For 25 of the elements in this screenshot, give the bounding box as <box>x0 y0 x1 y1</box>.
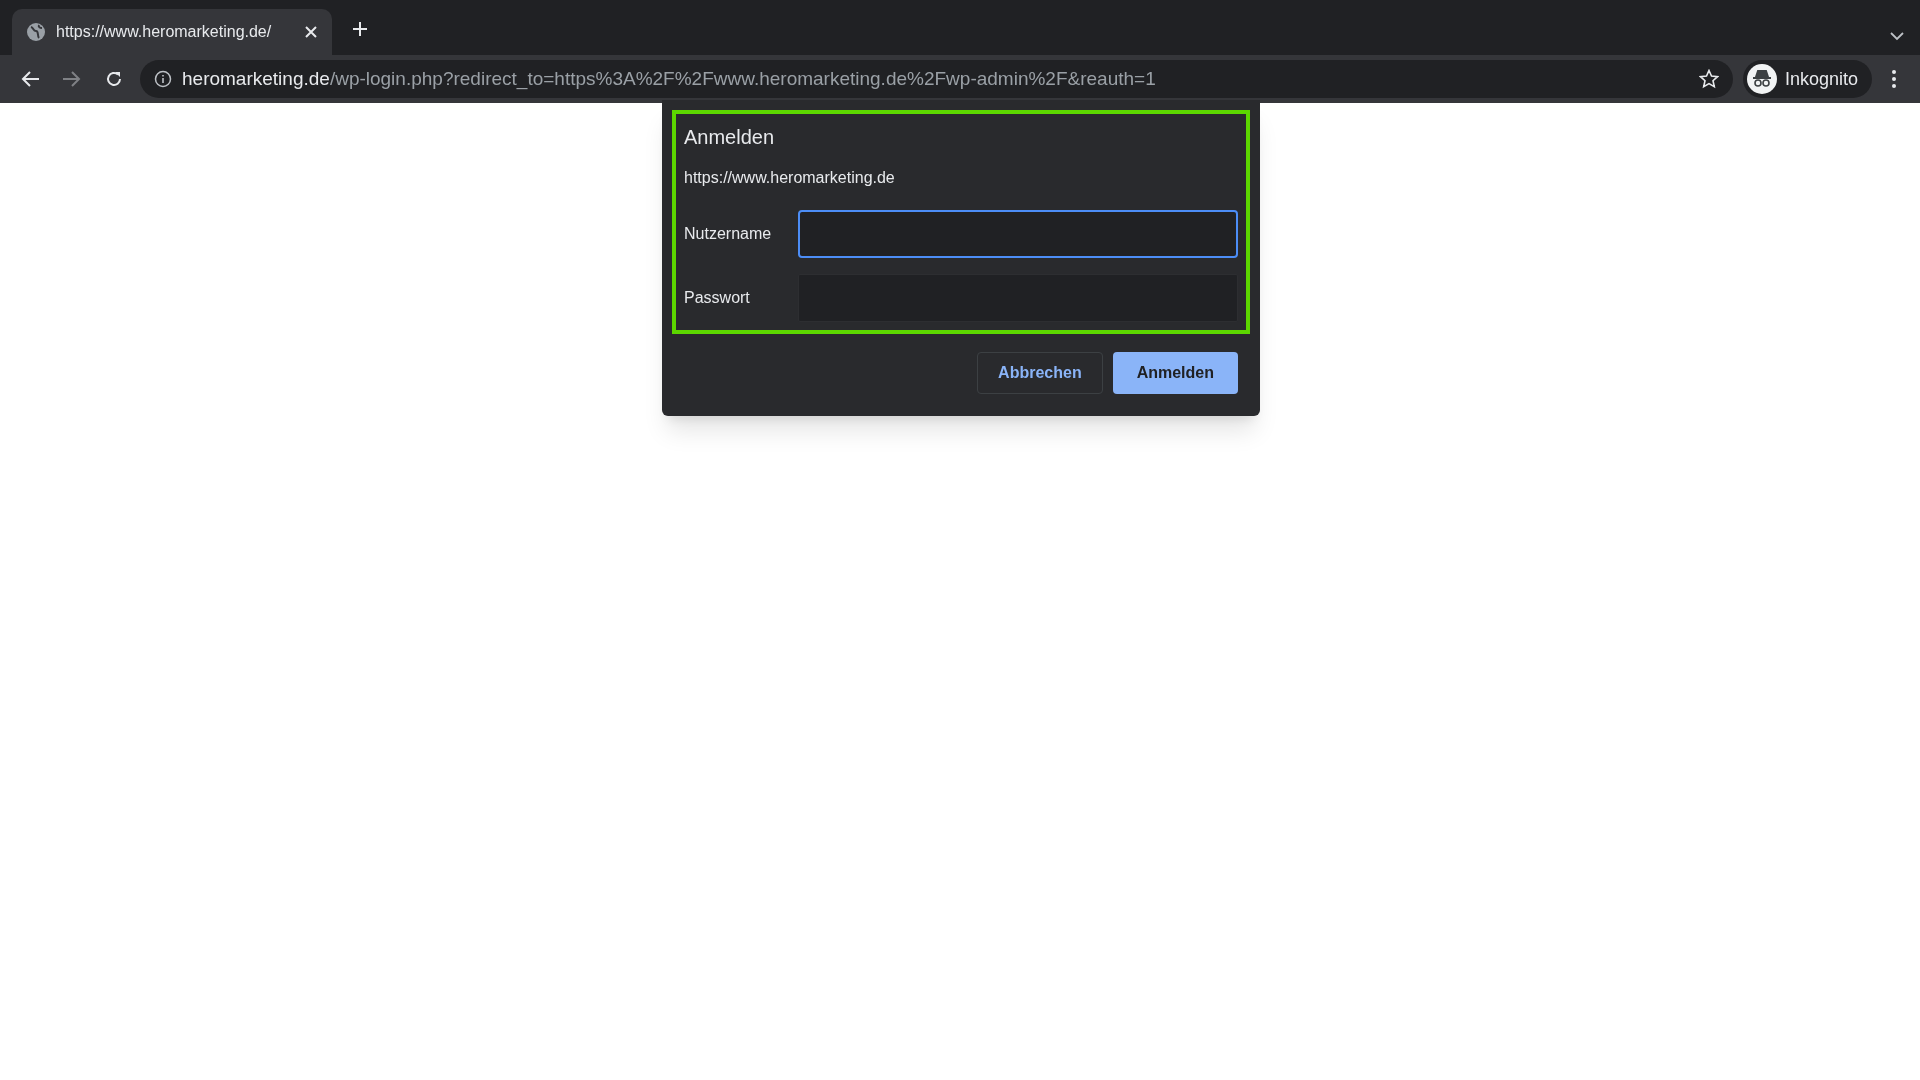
browser-tab[interactable]: https://www.heromarketing.de/ <box>12 9 332 55</box>
url-path: /wp-login.php?redirect_to=https%3A%2F%2Fwww.heromarketing.de%2Fwp-admin%2F&reauth=1 <box>329 66 1156 92</box>
dialog-title: Anmelden <box>684 125 776 150</box>
url-host: heromarketing.de <box>182 66 330 89</box>
address-bar[interactable]: heromarketing.de/wp-login.php?redirect_to=https%3A%2F%2Fwww.heromarketing.de%2Fwp-admin%2F&reauth=1 <box>140 60 1733 98</box>
close-icon[interactable] <box>304 25 318 39</box>
reload-icon <box>104 69 124 89</box>
field-label: Nutzername <box>684 224 773 244</box>
back-arrow-icon <box>20 70 40 88</box>
globe-icon <box>26 22 46 42</box>
incognito-icon <box>1746 64 1777 94</box>
kebab-menu-icon <box>1891 69 1897 89</box>
tab-title: https://www.heromarketing.de/ <box>56 22 273 42</box>
primary-button[interactable]: Anmelden <box>1112 352 1238 394</box>
plus-icon <box>351 20 369 38</box>
info-icon <box>154 70 172 88</box>
bookmark-star-icon[interactable] <box>1698 69 1719 89</box>
chevron-down-icon <box>1890 31 1904 41</box>
forward-arrow-icon <box>62 70 82 88</box>
input-field[interactable] <box>798 210 1238 258</box>
field-label: Passwort <box>684 288 751 308</box>
tab-list-button[interactable] <box>1890 31 1904 41</box>
cancel-button[interactable]: Abbrechen <box>977 352 1103 394</box>
dialog-origin: https://www.heromarketing.de <box>684 168 896 188</box>
incognito-profile-button[interactable]: Inkognito <box>1742 60 1872 98</box>
